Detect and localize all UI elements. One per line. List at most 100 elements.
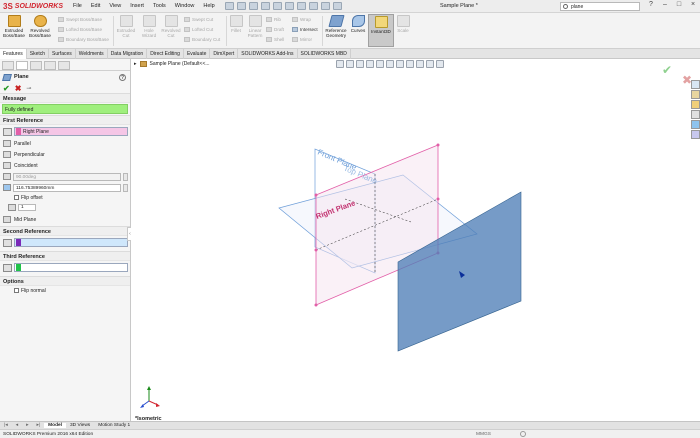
tab-3d-views[interactable]: 3D Views — [66, 423, 94, 428]
third-reference-field[interactable] — [14, 263, 128, 272]
select-icon[interactable] — [296, 2, 306, 10]
menu-window[interactable]: Window — [175, 3, 195, 9]
intersect-button[interactable]: Intersect — [292, 27, 318, 32]
plane-handle[interactable] — [436, 197, 440, 201]
extruded-boss-button[interactable]: Extruded Boss/Base — [2, 15, 26, 38]
help-circle-icon[interactable] — [520, 431, 526, 437]
tab-sketch[interactable]: Sketch — [27, 49, 50, 59]
help-icon[interactable]: ? — [646, 1, 656, 8]
flip-offset-checkbox[interactable]: Flip offset — [0, 193, 130, 202]
mirror-button[interactable]: Mirror — [292, 37, 312, 42]
menu-tools[interactable]: Tools — [153, 3, 166, 9]
next-tab-arrow-icon[interactable]: ▸ — [22, 423, 32, 428]
menu-edit[interactable]: Edit — [91, 3, 100, 9]
help-icon[interactable]: ? — [119, 73, 126, 81]
draft-button[interactable]: Draft — [266, 27, 284, 32]
maximize-button[interactable]: □ — [674, 1, 684, 8]
extruded-cut-button[interactable]: Extruded Cut — [115, 15, 137, 38]
second-reference-header[interactable]: Second Reference — [0, 226, 130, 236]
first-tab-arrow-icon[interactable]: |◂ — [0, 423, 12, 428]
wrap-button[interactable]: Wrap — [292, 17, 311, 22]
swept-cut-button[interactable]: Swept Cut — [184, 17, 213, 22]
last-tab-arrow-icon[interactable]: ▸| — [33, 423, 45, 428]
file-properties-icon[interactable] — [320, 2, 330, 10]
offset-spinner[interactable] — [123, 183, 128, 192]
hole-wizard-button[interactable]: Hole Wizard — [139, 15, 159, 38]
search-box[interactable]: plane — [560, 2, 640, 11]
menu-help[interactable]: Help — [203, 3, 214, 9]
first-reference-header[interactable]: First Reference — [0, 115, 130, 125]
options-gear-icon[interactable] — [332, 2, 342, 10]
rib-button[interactable]: Rib — [266, 17, 281, 22]
minimize-button[interactable]: – — [660, 1, 670, 8]
dimxpert-manager-tab-icon[interactable] — [44, 61, 56, 70]
tab-solidworks-addins[interactable]: SOLIDWORKS Add-Ins — [238, 49, 298, 59]
first-reference-field[interactable]: Right Plane — [14, 127, 128, 136]
angle-spinner[interactable] — [123, 172, 128, 181]
plane-handle[interactable] — [314, 303, 318, 307]
search-input[interactable]: plane — [571, 4, 583, 10]
tab-model[interactable]: Model — [44, 423, 67, 428]
message-section-header[interactable]: Message — [0, 93, 130, 103]
instances-input[interactable]: 1 — [18, 204, 36, 211]
graphics-area[interactable]: ▸ Sample Plane (Default<<... ✔ ✖ Front P… — [131, 59, 700, 422]
third-reference-header[interactable]: Third Reference — [0, 251, 130, 261]
plane-handle[interactable] — [314, 248, 318, 252]
revolved-boss-button[interactable]: Revolved Boss/Base — [28, 15, 52, 38]
feature-manager-tab-icon[interactable] — [2, 61, 14, 70]
boundary-boss-button[interactable]: Boundary Boss/Base — [58, 37, 109, 42]
lofted-cut-button[interactable]: Lofted Cut — [184, 27, 213, 32]
reference-geometry-button[interactable]: Reference Geometry — [324, 15, 348, 38]
tab-dimxpert[interactable]: DimXpert — [210, 49, 239, 59]
flip-offset-box[interactable] — [14, 195, 19, 200]
tab-data-migration[interactable]: Data Migration — [108, 49, 148, 59]
model-viewport[interactable]: Front Plane Top Plane Right Plane — [131, 59, 700, 421]
lofted-boss-button[interactable]: Lofted Boss/Base — [58, 27, 102, 32]
shell-button[interactable]: Shell — [266, 37, 284, 42]
flip-normal-checkbox[interactable]: Flip normal — [0, 286, 130, 295]
pushpin-icon[interactable]: ⊸ — [26, 85, 31, 92]
tab-evaluate[interactable]: Evaluate — [184, 49, 211, 59]
offset-distance-input[interactable]: 116.75389960mm — [13, 183, 121, 192]
ok-check-icon[interactable]: ✔ — [3, 84, 10, 93]
mid-plane-option[interactable]: Mid Plane — [0, 213, 130, 226]
tab-solidworks-mbd[interactable]: SOLIDWORKS MBD — [298, 49, 351, 59]
offset-distance-icon[interactable] — [3, 184, 11, 191]
cancel-x-icon[interactable]: ✖ — [15, 84, 22, 93]
display-manager-tab-icon[interactable] — [58, 61, 70, 70]
unit-system[interactable]: MMGS — [476, 432, 491, 437]
flip-normal-box[interactable] — [14, 288, 19, 293]
angle-icon[interactable] — [3, 173, 11, 180]
menu-view[interactable]: View — [109, 3, 121, 9]
curves-button[interactable]: Curves — [350, 15, 366, 33]
tab-direct-editing[interactable]: Direct Editing — [147, 49, 184, 59]
instant3d-button[interactable]: Instant3D — [368, 14, 394, 47]
tab-motion-study-1[interactable]: Motion Study 1 — [94, 423, 134, 428]
close-button[interactable]: × — [688, 1, 698, 8]
angle-input[interactable]: 90.00deg — [13, 172, 121, 181]
menu-insert[interactable]: Insert — [130, 3, 144, 9]
revolved-cut-button[interactable]: Revolved Cut — [161, 15, 181, 38]
save-icon[interactable] — [260, 2, 270, 10]
new-document-icon[interactable] — [236, 2, 246, 10]
tab-weldments[interactable]: Weldments — [76, 49, 108, 59]
undo-icon[interactable] — [284, 2, 294, 10]
prev-tab-arrow-icon[interactable]: ◂ — [12, 423, 22, 428]
options-header[interactable]: Options — [0, 276, 130, 286]
tab-surfaces[interactable]: Surfaces — [49, 49, 76, 59]
linear-pattern-button[interactable]: Linear Pattern — [246, 15, 264, 38]
menu-file[interactable]: File — [73, 3, 82, 9]
parallel-option[interactable]: Parallel — [0, 138, 130, 149]
boundary-cut-button[interactable]: Boundary Cut — [184, 37, 220, 42]
property-manager-tab-icon[interactable] — [16, 61, 28, 70]
coincident-option[interactable]: Coincident — [0, 160, 130, 171]
plane-handle[interactable] — [314, 193, 318, 197]
home-icon[interactable] — [224, 2, 234, 10]
perpendicular-option[interactable]: Perpendicular — [0, 149, 130, 160]
app-logo[interactable]: 3S SOLIDWORKS — [0, 2, 68, 11]
print-icon[interactable] — [272, 2, 282, 10]
tab-features[interactable]: Features — [0, 49, 27, 59]
swept-boss-button[interactable]: Swept Boss/Base — [58, 17, 102, 22]
second-reference-field[interactable] — [14, 238, 128, 247]
open-icon[interactable] — [248, 2, 258, 10]
